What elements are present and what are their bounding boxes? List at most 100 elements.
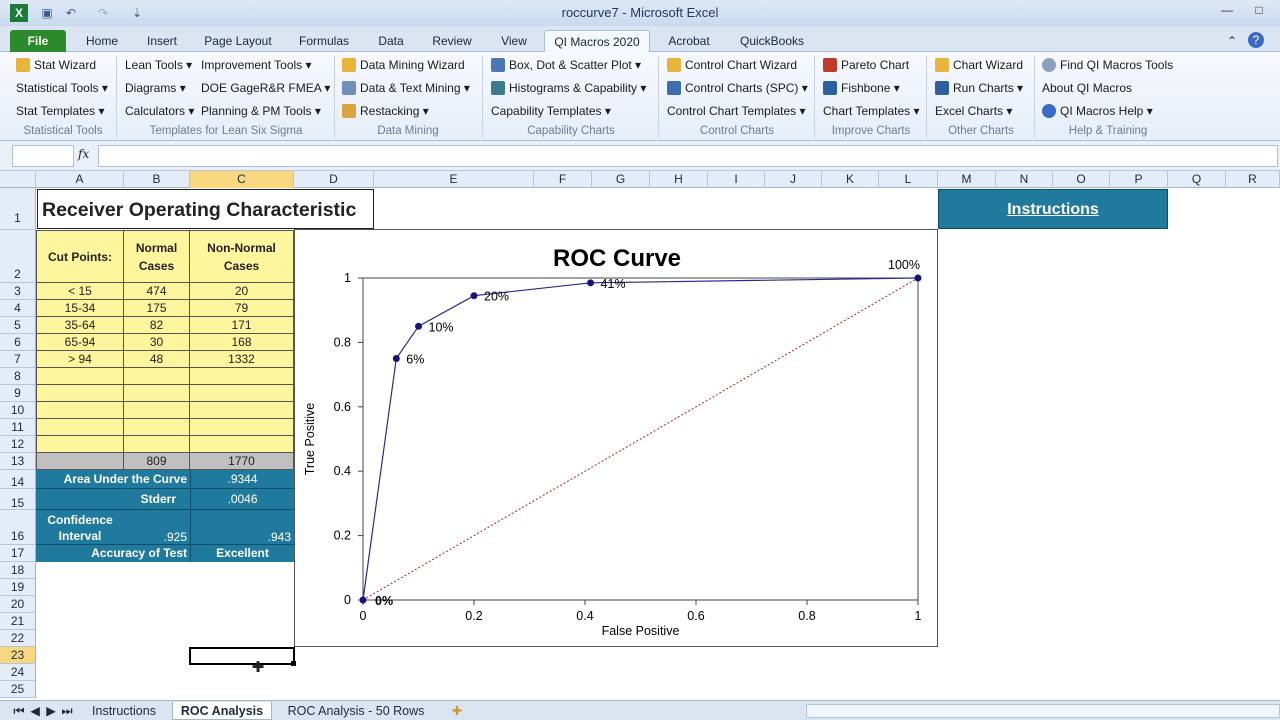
column-header[interactable]: G — [592, 171, 650, 188]
row-header[interactable]: 16 — [0, 510, 36, 545]
row-header[interactable]: 2 — [0, 230, 36, 283]
table-cell[interactable]: 79 — [190, 300, 294, 317]
stderr-value[interactable]: .0046 — [190, 489, 294, 510]
histograms-capability-menu[interactable]: Histograms & Capability ▾ — [491, 79, 646, 97]
maximize-button[interactable]: □ — [1244, 0, 1274, 20]
header-non-normal-cases[interactable]: Non-Normal Cases — [190, 230, 294, 283]
table-cell[interactable]: 35-64 — [36, 317, 124, 334]
fishbone-menu[interactable]: Fishbone ▾ — [823, 79, 900, 97]
diagrams-menu[interactable]: Diagrams ▾ — [125, 79, 186, 97]
header-normal-cases[interactable]: Normal Cases — [124, 230, 190, 283]
column-header[interactable]: D — [294, 171, 374, 188]
row-header[interactable]: 22 — [0, 630, 36, 647]
qi-macros-help-menu[interactable]: QI Macros Help ▾ — [1042, 102, 1153, 120]
calculators-menu[interactable]: Calculators ▾ — [125, 102, 194, 120]
capability-templates-menu[interactable]: Capability Templates ▾ — [491, 102, 611, 120]
ci-label[interactable]: Confidence Interval — [36, 510, 124, 545]
sheet-title[interactable]: Receiver Operating Characteristic — [37, 189, 374, 229]
last-sheet-icon[interactable]: ⏭ — [60, 702, 74, 720]
sheet-tab-instructions[interactable]: Instructions — [80, 702, 168, 720]
column-header[interactable]: H — [650, 171, 708, 188]
statistical-tools-menu[interactable]: Statistical Tools ▾ — [16, 79, 108, 97]
total-normal[interactable]: 809 — [124, 453, 190, 470]
name-box[interactable] — [12, 145, 74, 167]
new-sheet-icon[interactable]: ✚ — [446, 702, 468, 720]
header-cut-points[interactable]: Cut Points: — [36, 230, 124, 283]
row-header[interactable]: 8 — [0, 368, 36, 385]
tab-data[interactable]: Data — [368, 30, 414, 52]
control-chart-wizard-button[interactable]: Control Chart Wizard — [667, 56, 797, 74]
stat-templates-menu[interactable]: Stat Templates ▾ — [16, 102, 105, 120]
table-cell[interactable]: 168 — [190, 334, 294, 351]
table-cell[interactable]: 171 — [190, 317, 294, 334]
column-header[interactable]: I — [708, 171, 765, 188]
row-header[interactable]: 14 — [0, 470, 36, 489]
row-header[interactable]: 23 — [0, 647, 36, 664]
table-cell[interactable]: 65-94 — [36, 334, 124, 351]
column-header[interactable]: N — [996, 171, 1053, 188]
pareto-chart-button[interactable]: Pareto Chart — [823, 56, 909, 74]
first-sheet-icon[interactable]: ⏮ — [12, 702, 26, 720]
column-header[interactable]: F — [534, 171, 592, 188]
table-cell[interactable]: > 94 — [36, 351, 124, 368]
tab-acrobat[interactable]: Acrobat — [660, 30, 718, 52]
improvement-tools-menu[interactable]: Improvement Tools ▾ — [201, 56, 312, 74]
horizontal-scrollbar[interactable] — [806, 704, 1280, 718]
active-cell-selection[interactable] — [189, 647, 295, 665]
tab-formulas[interactable]: Formulas — [288, 30, 360, 52]
auc-label[interactable]: Area Under the Curve — [36, 470, 190, 489]
control-charts-spc-menu[interactable]: Control Charts (SPC) ▾ — [667, 79, 808, 97]
row-header[interactable]: 5 — [0, 317, 36, 334]
find-qi-macros-button[interactable]: Find QI Macros Tools — [1042, 56, 1173, 74]
lean-tools-menu[interactable]: Lean Tools ▾ — [125, 56, 192, 74]
row-header[interactable]: 10 — [0, 402, 36, 419]
row-header[interactable]: 24 — [0, 664, 36, 681]
ci-high[interactable]: .943 — [190, 510, 294, 545]
data-mining-wizard-button[interactable]: Data Mining Wizard — [342, 56, 465, 74]
table-cell[interactable]: 20 — [190, 283, 294, 300]
stderr-label[interactable]: Stderr — [36, 489, 190, 510]
help-icon[interactable]: ? — [1248, 32, 1264, 48]
accuracy-value[interactable]: Excellent — [190, 545, 294, 562]
tab-insert[interactable]: Insert — [136, 30, 188, 52]
row-header[interactable]: 3 — [0, 283, 36, 300]
chart-templates-menu[interactable]: Chart Templates ▾ — [823, 102, 920, 120]
data-text-mining-menu[interactable]: Data & Text Mining ▾ — [342, 79, 470, 97]
column-header[interactable]: A — [36, 171, 124, 188]
table-cell[interactable]: 175 — [124, 300, 190, 317]
row-header[interactable]: 6 — [0, 334, 36, 351]
planning-pm-tools-menu[interactable]: Planning & PM Tools ▾ — [201, 102, 321, 120]
row-header[interactable]: 4 — [0, 300, 36, 317]
tab-page-layout[interactable]: Page Layout — [196, 30, 280, 52]
tab-file[interactable]: File — [10, 30, 66, 52]
empty-cells[interactable] — [36, 368, 124, 453]
table-cell[interactable]: 474 — [124, 283, 190, 300]
row-header[interactable]: 17 — [0, 545, 36, 562]
row-header[interactable]: 11 — [0, 419, 36, 436]
row-header[interactable]: 20 — [0, 596, 36, 613]
roc-chart-area[interactable]: ROC Curve 0 0.2 0.4 0.6 0.8 1 0 0.2 0.4 0.6 0.8 1 Fal… — [294, 229, 938, 647]
column-header[interactable]: E — [374, 171, 534, 188]
tab-review[interactable]: Review — [422, 30, 482, 52]
minimize-button[interactable]: — — [1212, 0, 1242, 20]
empty-cells[interactable] — [190, 368, 294, 453]
row-header[interactable]: 1 — [0, 188, 36, 230]
chart-wizard-button[interactable]: Chart Wizard — [935, 56, 1023, 74]
total-non-normal[interactable]: 1770 — [190, 453, 294, 470]
row-header[interactable]: 13 — [0, 453, 36, 470]
total-blank[interactable] — [36, 453, 124, 470]
ribbon-minimize-icon[interactable]: ⌃ — [1222, 30, 1242, 52]
control-chart-templates-menu[interactable]: Control Chart Templates ▾ — [667, 102, 806, 120]
column-header[interactable]: B — [124, 171, 190, 188]
excel-charts-menu[interactable]: Excel Charts ▾ — [935, 102, 1012, 120]
table-cell[interactable]: 15-34 — [36, 300, 124, 317]
row-header[interactable]: 19 — [0, 579, 36, 596]
column-header[interactable]: L — [879, 171, 938, 188]
sheet-tab-roc-analysis[interactable]: ROC Analysis — [172, 702, 272, 720]
tab-view[interactable]: View — [490, 30, 538, 52]
column-header[interactable]: P — [1110, 171, 1168, 188]
tab-home[interactable]: Home — [76, 30, 128, 52]
select-all-corner[interactable] — [0, 171, 36, 188]
tab-qi-macros[interactable]: QI Macros 2020 — [544, 30, 650, 53]
row-header[interactable]: 7 — [0, 351, 36, 368]
